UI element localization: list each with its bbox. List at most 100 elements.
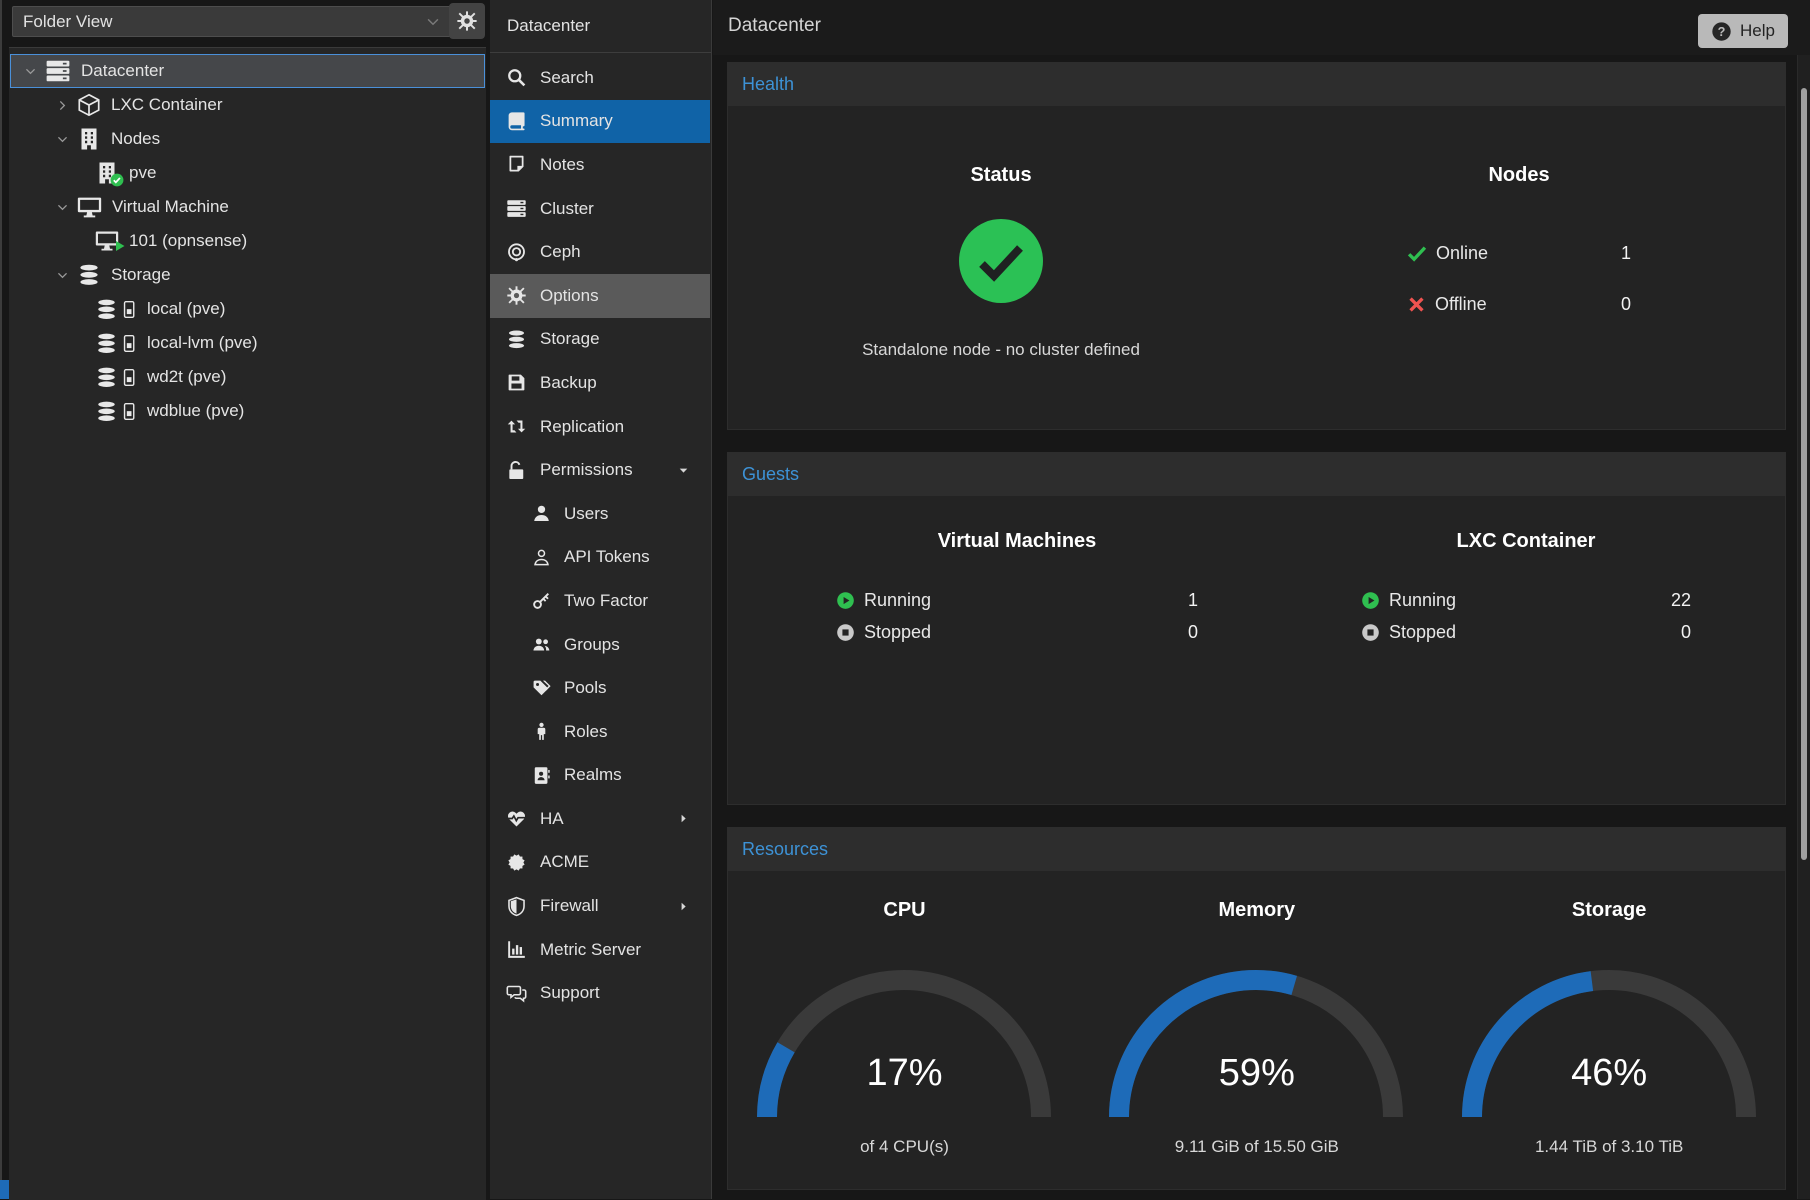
menu-item-pools[interactable]: Pools bbox=[490, 666, 710, 710]
tree-item-storage[interactable]: Storage bbox=[10, 258, 485, 292]
tree-item-label: pve bbox=[129, 163, 156, 183]
menu-item-storage[interactable]: Storage bbox=[490, 318, 710, 362]
check-badge-icon bbox=[110, 173, 124, 187]
cross-icon bbox=[1407, 295, 1426, 314]
desktop-icon bbox=[77, 195, 102, 220]
note-icon bbox=[506, 154, 527, 175]
view-mode-select[interactable]: Folder View bbox=[12, 6, 453, 37]
menu-item-summary[interactable]: Summary bbox=[490, 100, 710, 144]
resource-tree-sidebar: Folder View Datacenter LXC Container Nod… bbox=[9, 0, 486, 1199]
tree-item-storage-local-lvm[interactable]: local-lvm (pve) bbox=[10, 326, 485, 360]
datacenter-menu: Datacenter Search Summary Notes Cluster … bbox=[490, 0, 712, 1199]
menu-item-label: Storage bbox=[540, 329, 600, 349]
menu-item-permissions[interactable]: Permissions bbox=[490, 448, 710, 492]
menu-item-two-factor[interactable]: Two Factor bbox=[490, 579, 710, 623]
menu-item-label: Permissions bbox=[540, 460, 633, 480]
tree-item-pve[interactable]: pve bbox=[10, 156, 485, 190]
scrollbar-thumb[interactable] bbox=[1801, 88, 1807, 860]
menu-item-backup[interactable]: Backup bbox=[490, 361, 710, 405]
menu-item-api-tokens[interactable]: API Tokens bbox=[490, 536, 710, 580]
tree-item-storage-wd2t[interactable]: wd2t (pve) bbox=[10, 360, 485, 394]
storage-usage-icon bbox=[95, 366, 138, 389]
menu-item-metric-server[interactable]: Metric Server bbox=[490, 928, 710, 972]
caret-right-icon bbox=[677, 812, 690, 825]
tree-item-label: local (pve) bbox=[147, 299, 225, 319]
content-header: Datacenter Help bbox=[713, 0, 1810, 55]
help-button[interactable]: Help bbox=[1698, 14, 1788, 48]
menu-item-groups[interactable]: Groups bbox=[490, 623, 710, 667]
comments-icon bbox=[506, 983, 527, 1004]
menu-item-options[interactable]: Options bbox=[490, 274, 710, 318]
person-icon bbox=[532, 722, 551, 741]
tree-item-lxc-container[interactable]: LXC Container bbox=[10, 88, 485, 122]
menu-item-label: Backup bbox=[540, 373, 597, 393]
health-panel-title: Health bbox=[727, 62, 1786, 106]
unlock-icon bbox=[506, 460, 527, 481]
menu-item-label: Cluster bbox=[540, 199, 594, 219]
tree-item-vm-101[interactable]: 101 (opnsense) bbox=[10, 224, 485, 258]
vm-running-row: Running 1 bbox=[836, 586, 1198, 614]
chevron-down-icon[interactable] bbox=[55, 132, 70, 147]
chevron-right-icon[interactable] bbox=[55, 98, 70, 113]
chevron-down-icon[interactable] bbox=[23, 64, 38, 79]
menu-item-realms[interactable]: Realms bbox=[490, 754, 710, 798]
lxc-running-row: Running 22 bbox=[1361, 586, 1691, 614]
resource-tree: Datacenter LXC Container Nodes pve Virtu… bbox=[9, 47, 486, 1200]
menu-item-ceph[interactable]: Ceph bbox=[490, 230, 710, 274]
storage-percent: 46% bbox=[1433, 1052, 1786, 1095]
heartbeat-icon bbox=[506, 808, 527, 829]
guests-panel-title: Guests bbox=[727, 452, 1786, 496]
menu-item-firewall[interactable]: Firewall bbox=[490, 884, 710, 928]
key-icon bbox=[532, 591, 551, 610]
menu-item-label: ACME bbox=[540, 852, 589, 872]
vertical-scrollbar[interactable] bbox=[1797, 55, 1810, 1199]
tree-settings-button[interactable] bbox=[449, 3, 485, 39]
tree-item-nodes[interactable]: Nodes bbox=[10, 122, 485, 156]
menu-item-users[interactable]: Users bbox=[490, 492, 710, 536]
menu-item-label: Users bbox=[564, 504, 608, 524]
menu-item-label: Two Factor bbox=[564, 591, 648, 611]
health-panel: Health Status Nodes Standalone node - no… bbox=[727, 62, 1786, 430]
tree-item-storage-local[interactable]: local (pve) bbox=[10, 292, 485, 326]
menu-item-ha[interactable]: HA bbox=[490, 797, 710, 841]
menu-item-search[interactable]: Search bbox=[490, 56, 710, 100]
menu-item-roles[interactable]: Roles bbox=[490, 710, 710, 754]
user-icon bbox=[532, 504, 551, 523]
lxc-running-label: Running bbox=[1389, 590, 1456, 611]
menu-item-label: Search bbox=[540, 68, 594, 88]
menu-item-cluster[interactable]: Cluster bbox=[490, 187, 710, 231]
gauge-arc bbox=[754, 967, 1054, 1127]
usage-meter-icon bbox=[121, 400, 138, 423]
tree-item-label: wd2t (pve) bbox=[147, 367, 226, 387]
menu-item-notes[interactable]: Notes bbox=[490, 143, 710, 187]
lxc-container-heading: LXC Container bbox=[1361, 530, 1691, 553]
tree-item-virtual-machine[interactable]: Virtual Machine bbox=[10, 190, 485, 224]
chevron-down-icon[interactable] bbox=[55, 268, 70, 283]
menu-item-label: Groups bbox=[564, 635, 620, 655]
tree-item-label: Virtual Machine bbox=[112, 197, 229, 217]
tree-item-label: Storage bbox=[111, 265, 171, 285]
check-icon bbox=[1407, 243, 1427, 263]
chevron-down-icon bbox=[424, 13, 442, 31]
address-book-icon bbox=[532, 766, 551, 785]
menu-item-label: Notes bbox=[540, 155, 584, 175]
database-icon bbox=[506, 329, 527, 350]
cluster-icon bbox=[506, 198, 527, 219]
storage-usage-icon bbox=[95, 400, 138, 423]
menu-item-acme[interactable]: ACME bbox=[490, 841, 710, 885]
menu-item-replication[interactable]: Replication bbox=[490, 405, 710, 449]
cluster-status-message: Standalone node - no cluster defined bbox=[728, 340, 1274, 360]
menu-item-support[interactable]: Support bbox=[490, 971, 710, 1015]
page-title: Datacenter bbox=[728, 15, 821, 37]
lxc-running-count: 22 bbox=[1671, 590, 1691, 611]
tree-item-datacenter[interactable]: Datacenter bbox=[10, 54, 485, 88]
usage-meter-icon bbox=[121, 366, 138, 389]
caret-down-icon bbox=[677, 464, 690, 477]
tree-item-storage-wdblue[interactable]: wdblue (pve) bbox=[10, 394, 485, 428]
play-badge-icon bbox=[114, 240, 126, 252]
play-circle-icon bbox=[1361, 591, 1380, 610]
storage-usage-icon bbox=[95, 298, 138, 321]
chevron-down-icon[interactable] bbox=[55, 200, 70, 215]
vm-stopped-label: Stopped bbox=[864, 622, 931, 643]
usage-meter-icon bbox=[121, 298, 138, 321]
